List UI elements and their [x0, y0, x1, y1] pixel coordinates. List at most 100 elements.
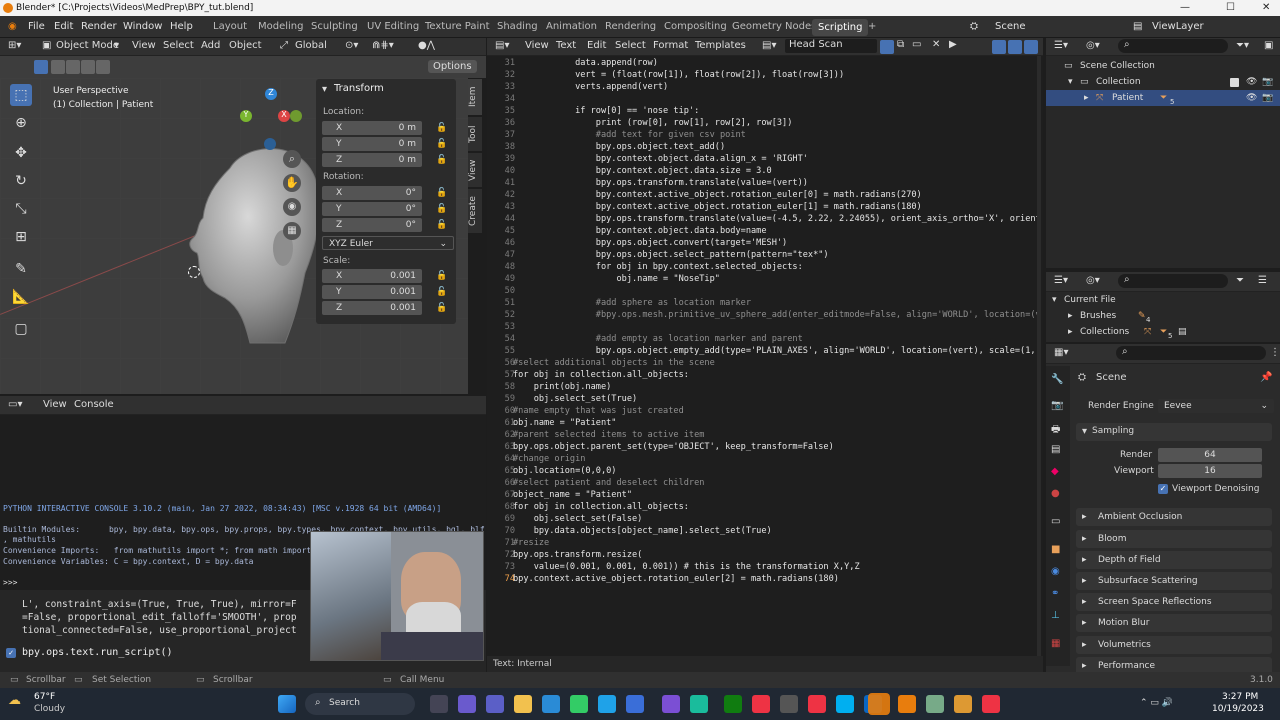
code-line[interactable]: obj.name = "Patient" — [513, 418, 616, 428]
workspace-tab-layout[interactable]: Layout — [213, 21, 247, 32]
scale-z-field[interactable]: Z 0.001 — [322, 301, 422, 315]
code-line[interactable]: #parent selected items to active item — [513, 430, 704, 440]
visual-studio-icon[interactable] — [662, 695, 680, 713]
console-menu-console[interactable]: Console — [74, 399, 114, 410]
code-line[interactable]: bpy.context.object.data.size = 3.0 — [513, 166, 772, 176]
editor-type-icon[interactable]: ⊞▾ — [8, 40, 21, 51]
world-tab-icon[interactable]: ● — [1051, 488, 1060, 499]
scene-icon[interactable]: ⛭ — [970, 21, 978, 32]
code-line[interactable]: #add empty as location marker and parent — [513, 334, 803, 344]
code-line[interactable]: for obj in collection.all_objects: — [513, 502, 689, 512]
viewport-denoising-checkbox[interactable]: ✓ — [1158, 484, 1168, 494]
cursor-tool-icon[interactable]: ⊕ — [10, 112, 32, 134]
blend-item-brushes[interactable]: ▸ Brushes ✎ 4 — [1046, 308, 1280, 324]
select-box-icon[interactable] — [34, 60, 48, 74]
transform-panel-title[interactable]: Transform — [334, 83, 384, 94]
chevron-right-icon[interactable]: ▸ — [1068, 324, 1073, 340]
workspace-tab-modeling[interactable]: Modeling — [258, 21, 304, 32]
lock-icon[interactable]: 🔓 — [436, 287, 447, 297]
move-tool-icon[interactable]: ✥ — [10, 142, 32, 164]
view-layer-tab-icon[interactable]: ▤ — [1051, 444, 1060, 455]
mode-selector[interactable]: Object Mode — [56, 40, 119, 51]
workspace-tab-geometry-nodes[interactable]: Geometry Nodes — [732, 21, 816, 32]
more-icon[interactable]: ⋮ — [1270, 347, 1280, 358]
menu-help[interactable]: Help — [170, 21, 193, 32]
rotation-z-field[interactable]: Z 0° — [322, 218, 422, 232]
editor-menu-view[interactable]: View — [525, 40, 549, 51]
menu-icon[interactable]: ☰ — [1258, 275, 1267, 286]
z-axis-icon[interactable]: Z — [265, 88, 277, 100]
app-icon[interactable] — [954, 695, 972, 713]
blend-item-current-file[interactable]: ▾ Current File — [1046, 292, 1280, 308]
select-extend-icon[interactable] — [51, 60, 65, 74]
code-line[interactable]: obj.select_set(True) — [513, 394, 638, 404]
code-line[interactable]: object_name = "Patient" — [513, 490, 632, 500]
line-numbers-toggle-icon[interactable] — [992, 40, 1006, 54]
neg-z-axis-icon[interactable] — [264, 138, 276, 150]
pivot-icon[interactable]: ⊙▾ — [345, 40, 358, 51]
workspace-tab-rendering[interactable]: Rendering — [605, 21, 656, 32]
open-text-icon[interactable]: ▭ — [912, 39, 921, 50]
eye-icon[interactable]: 👁 — [1246, 90, 1257, 106]
code-line[interactable]: value=(0.001, 0.001, 0.001)) # this is t… — [513, 562, 860, 572]
filter-icon[interactable]: ⏷ — [1236, 275, 1244, 286]
properties-section-header[interactable]: ▸ Ambient Occlusion — [1076, 508, 1272, 526]
code-line[interactable]: vert = (float(row[1]), float(row[2]), fl… — [513, 70, 844, 80]
orientation-selector[interactable]: Global — [295, 40, 327, 51]
taskbar-time[interactable]: 3:27 PM — [1222, 692, 1258, 702]
y-axis-icon[interactable]: Y — [240, 110, 252, 122]
properties-section-header[interactable]: ▸ Volumetrics — [1076, 636, 1272, 654]
properties-section-header[interactable]: ▸ Screen Space Reflections — [1076, 593, 1272, 611]
chat-icon[interactable] — [486, 695, 504, 713]
code-line[interactable]: #select additional objects in the scene — [513, 358, 715, 368]
code-line[interactable]: if row[0] == 'nose tip': — [513, 106, 699, 116]
code-line[interactable]: bpy.ops.object.parent_set(type='OBJECT',… — [513, 442, 834, 452]
editor-menu-text[interactable]: Text — [556, 40, 576, 51]
workspace-tab-animation[interactable]: Animation — [546, 21, 597, 32]
display-mode-icon[interactable]: ◎▾ — [1086, 275, 1100, 286]
edge-icon[interactable] — [598, 695, 616, 713]
code-line[interactable]: obj.location=(0,0,0) — [513, 466, 616, 476]
code-line[interactable]: bpy.ops.object.text_add() — [513, 142, 725, 152]
annotate-tool-icon[interactable]: ✎ — [10, 258, 32, 280]
code-line[interactable]: bpy.ops.object.convert(target='MESH') — [513, 238, 787, 248]
rotation-mode-select[interactable]: XYZ Euler ⌄ — [322, 236, 454, 250]
physics-tab-icon[interactable]: ◉ — [1051, 566, 1060, 577]
scale-x-field[interactable]: X 0.001 — [322, 269, 422, 283]
location-z-field[interactable]: Z 0 m — [322, 153, 422, 167]
code-line[interactable]: #add sphere as location marker — [513, 298, 751, 308]
chrome-icon[interactable] — [752, 695, 770, 713]
properties-section-header[interactable]: ▸ Depth of Field — [1076, 551, 1272, 569]
code-line[interactable]: print(obj.name) — [513, 382, 612, 392]
viewport-menu-object[interactable]: Object — [229, 40, 262, 51]
weather-icon[interactable]: ☁ — [8, 693, 21, 708]
editor-menu-select[interactable]: Select — [615, 40, 646, 51]
properties-section-header[interactable]: ▸ Bloom — [1076, 530, 1272, 548]
console-menu-view[interactable]: View — [43, 399, 67, 410]
file-explorer-icon[interactable] — [514, 695, 532, 713]
viewport-menu-view[interactable]: View — [132, 40, 156, 51]
tab-tool[interactable]: Tool — [468, 117, 482, 151]
select-intersect-icon[interactable] — [96, 60, 110, 74]
location-x-field[interactable]: X 0 m — [322, 121, 422, 135]
viewlayer-selector[interactable]: ViewLayer — [1152, 21, 1204, 32]
outliner-item-patient[interactable]: ▸ ⤧ Patient ⏷ 5 👁 📷 — [1046, 90, 1280, 106]
camera-view-icon[interactable]: ◉ — [283, 198, 301, 216]
properties-section-header[interactable]: ▸ Subsurface Scattering — [1076, 572, 1272, 590]
blend-item-collections[interactable]: ▸ Collections ⤧ ⏷ 5 ▤ — [1046, 324, 1280, 340]
scale-tool-icon[interactable]: ⤡ — [10, 198, 32, 220]
code-line[interactable]: bpy.ops.transform.translate(value=(vert)… — [513, 178, 808, 188]
filter-icon[interactable]: ⏷▾ — [1236, 40, 1249, 51]
viewport-samples-field[interactable]: 16 — [1158, 464, 1262, 478]
new-collection-icon[interactable]: ▣ — [1264, 40, 1273, 51]
minimize-icon[interactable]: — — [1180, 0, 1190, 16]
display-mode-icon[interactable]: ◎▾ — [1086, 40, 1100, 51]
tab-view[interactable]: View — [468, 153, 482, 187]
render-tab-icon[interactable]: 📷 — [1051, 400, 1063, 411]
editor-menu-format[interactable]: Format — [653, 40, 688, 51]
outliner-item-scene-collection[interactable]: ▭ Scene Collection — [1046, 58, 1280, 74]
code-line[interactable]: data.append(row) — [513, 58, 658, 68]
app-icon[interactable] — [780, 695, 798, 713]
code-line[interactable]: bpy.context.object.data.align_x = 'RIGHT… — [513, 154, 808, 164]
lock-icon[interactable]: 🔓 — [436, 155, 447, 165]
